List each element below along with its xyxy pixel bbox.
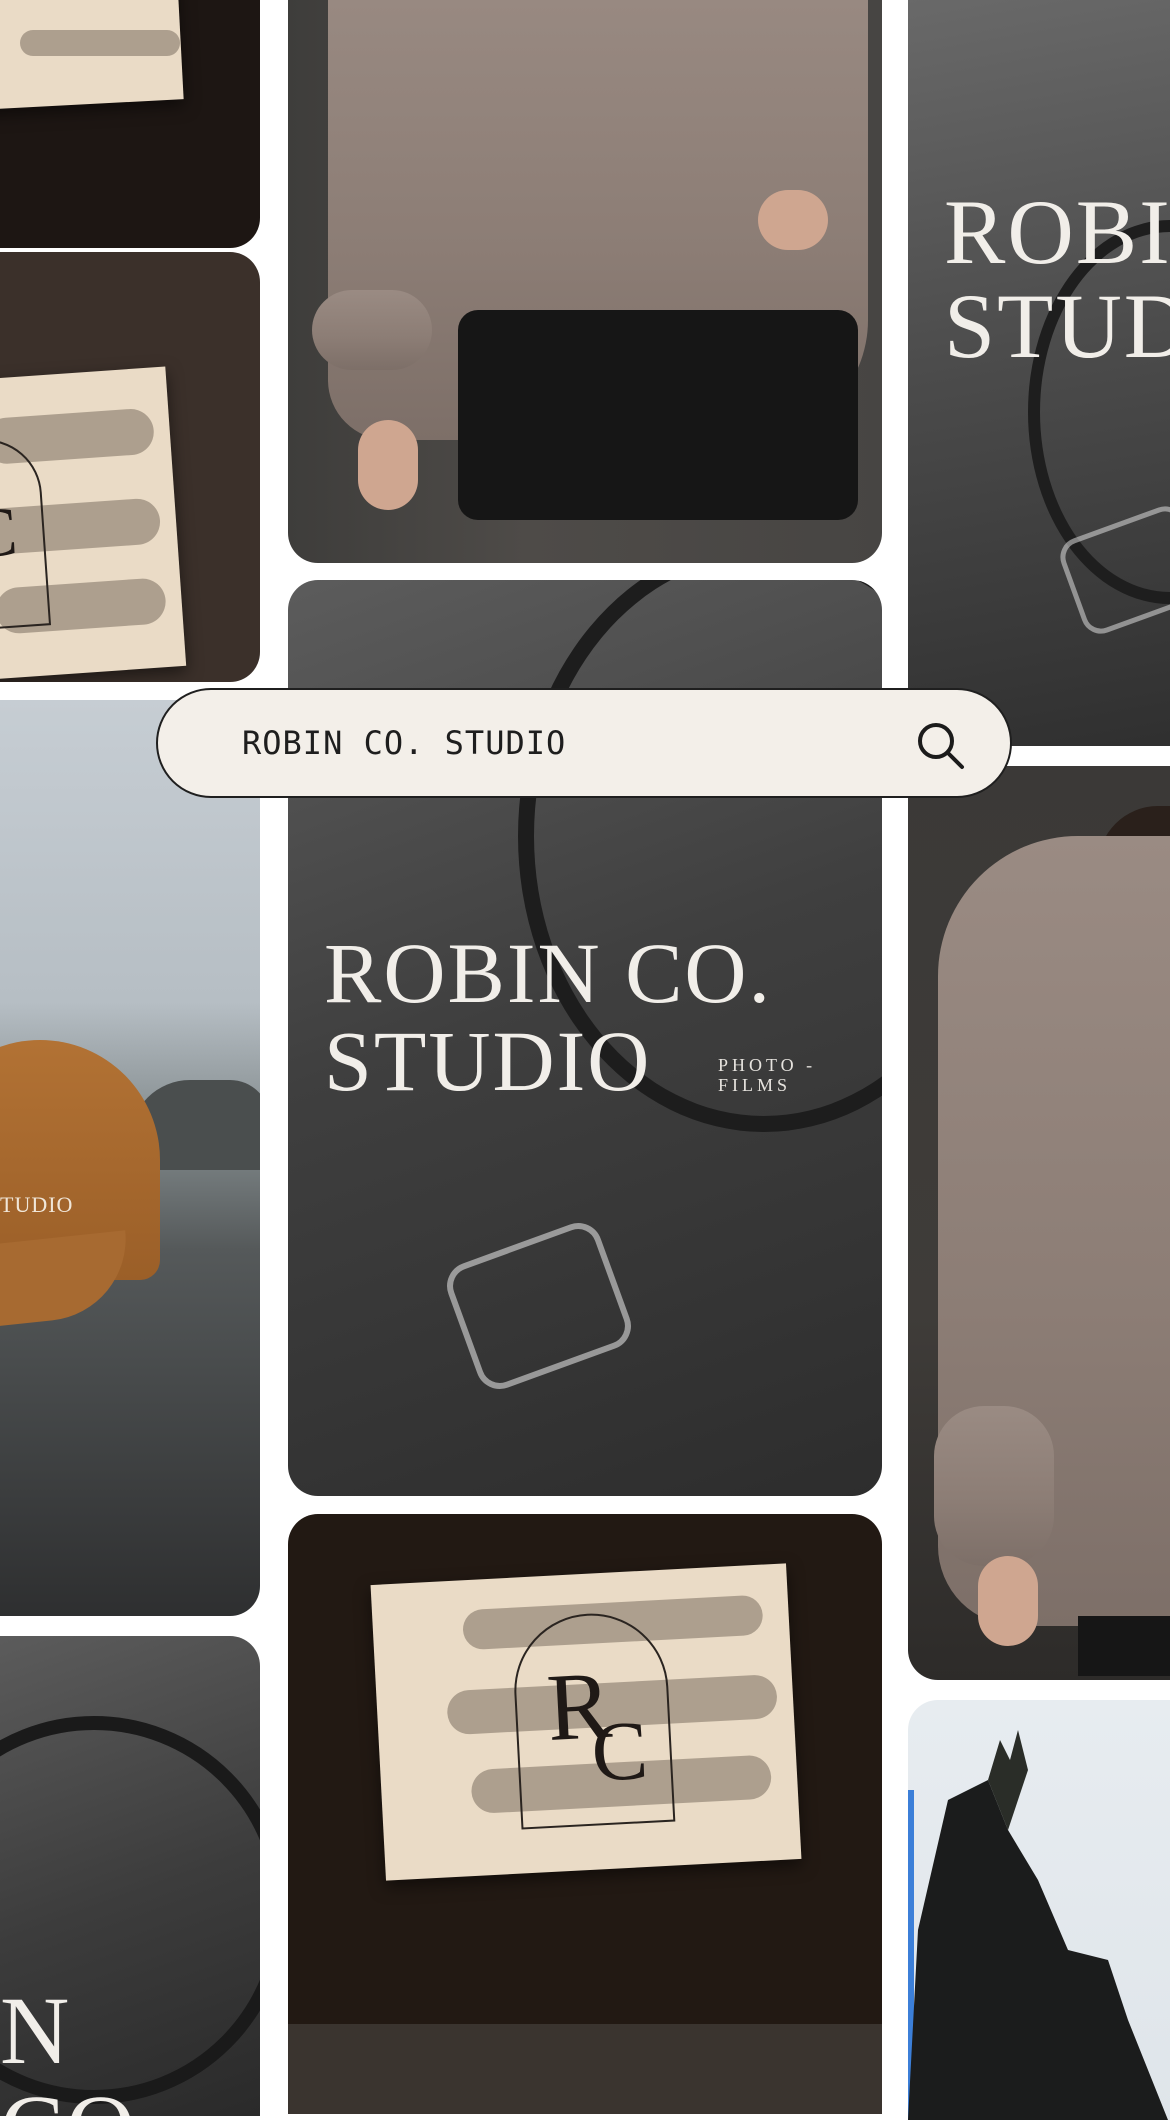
sea-stack-rock [908, 1730, 1168, 2120]
shorts [1078, 1616, 1170, 1676]
moodboard-tile-sea-stack[interactable] [908, 1700, 1170, 2120]
moodboard-tile-partial-wordmark[interactable]: N CO. [0, 1636, 260, 2116]
moodboard-tile-sweater-model[interactable] [908, 766, 1170, 1680]
wordmark-primary: ROBIN CO. STUDIO [324, 925, 773, 1109]
moodboard-tile-card[interactable]: C [0, 252, 260, 682]
moodboard-tile-cap[interactable]: TUDIO [0, 700, 260, 1616]
cap-brim [0, 1230, 134, 1332]
hand [758, 190, 828, 250]
wordmark-partial: N CO. [0, 1977, 161, 2116]
moodboard-tile-sweater[interactable] [288, 0, 882, 563]
glass-carafe [440, 1216, 638, 1396]
search-query[interactable]: ROBIN CO. STUDIO [242, 724, 566, 762]
search-icon[interactable] [914, 719, 966, 771]
business-card: R C [370, 1563, 802, 1881]
moodboard-tile-card-top[interactable] [0, 0, 260, 248]
moodboard-tile-monogram-card[interactable]: R C [288, 1514, 882, 2114]
business-card: C [0, 366, 187, 682]
wordmark-tagline: PHOTO - FILMS [718, 1055, 817, 1095]
shorts [458, 310, 858, 520]
wordmark-side: ROBIN STUDIO [944, 181, 1170, 377]
hand [978, 1556, 1038, 1646]
moodboard-tile-wordmark-side[interactable]: ROBIN STUDIO [908, 0, 1170, 746]
monogram-c: C [589, 1703, 651, 1800]
hand [358, 420, 418, 510]
search-bar[interactable]: ROBIN CO. STUDIO [156, 688, 1012, 798]
cap-logo-text: TUDIO [0, 1192, 74, 1217]
